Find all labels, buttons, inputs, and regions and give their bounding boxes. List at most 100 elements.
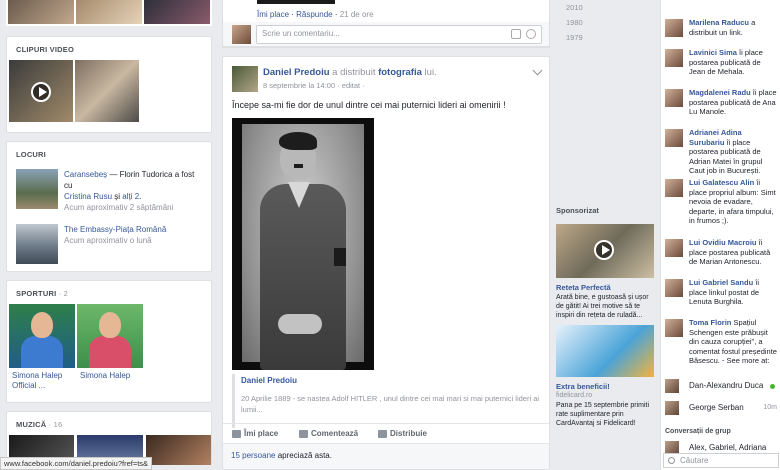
ticker-item[interactable]: Lavinici Sima îi place postarea publicat… — [661, 48, 780, 77]
ad-description: Arată bine, e gustoasă și ușor de gătit!… — [556, 294, 649, 319]
photo-thumb[interactable] — [144, 0, 210, 24]
author-avatar[interactable] — [232, 66, 258, 92]
comment-time[interactable]: 21 de ore — [340, 10, 374, 19]
photo-thumb[interactable] — [8, 0, 74, 24]
place-name[interactable]: The Embassy-Piața Română — [64, 225, 166, 234]
chat-contact[interactable]: George Serban 10m — [661, 400, 780, 416]
post-photo[interactable] — [232, 118, 374, 370]
chevron-down-icon[interactable] — [532, 65, 543, 76]
ticker-item[interactable]: Magdalenei Radu îi place postarea public… — [661, 88, 780, 117]
sport-page[interactable]: Simona Halep Official ... — [9, 304, 75, 394]
video-thumb[interactable] — [9, 60, 73, 122]
original-caption: 20 Aprilie 1889 - se nastea Adolf HITLER… — [241, 394, 540, 414]
author-name[interactable]: Daniel Predoiu — [263, 67, 330, 78]
ticker-item[interactable]: Adrianei Adina Surubariu îi place postar… — [661, 128, 780, 176]
others-link[interactable]: alți 2 — [122, 192, 139, 201]
ad-video[interactable] — [556, 224, 654, 278]
ticker-item[interactable]: Marilena Raducu a distribuit un link. — [661, 18, 780, 37]
chat-search-input[interactable]: Căutare — [663, 453, 779, 468]
music-count: · 16 — [48, 420, 63, 429]
avatar — [665, 89, 683, 107]
avatar — [665, 239, 683, 257]
photo-link[interactable]: fotografia — [378, 67, 422, 78]
sports-title[interactable]: Sporturi — [16, 289, 56, 298]
share-button[interactable]: Distribuie — [378, 429, 427, 438]
ticker-item[interactable]: Lui Ovidiu Macroiu îi place postarea pub… — [661, 238, 780, 267]
news-feed: Îmi place · Răspunde · 21 de ore Scrie u… — [222, 0, 550, 470]
avatar — [665, 19, 683, 37]
avatar — [665, 379, 679, 393]
speech-bubble-icon — [299, 429, 308, 438]
search-icon — [668, 457, 675, 464]
place-time: Acum aproximativ o lună — [64, 236, 152, 245]
videos-card: Clipuri video — [6, 36, 212, 133]
music-thumb[interactable] — [145, 435, 211, 465]
comment-input[interactable]: Scrie un comentariu... — [256, 25, 542, 44]
browser-status-url: www.facebook.com/daniel.predoiu?fref=ts& — [0, 457, 152, 470]
sport-thumb[interactable] — [77, 304, 143, 368]
places-card: Locuri Caransebeș — Florin Tudorica a fo… — [6, 141, 212, 272]
music-title[interactable]: Muzică — [16, 420, 46, 429]
tagged-friend[interactable]: Cristina Rusu — [64, 192, 112, 201]
year-link[interactable]: 1979 — [562, 30, 602, 45]
avatar — [665, 319, 683, 337]
year-link[interactable]: 1980 — [562, 15, 602, 30]
sport-page-name[interactable]: Simona Halep Official ... — [9, 368, 75, 394]
video-thumb[interactable] — [75, 60, 139, 122]
avatar[interactable] — [232, 25, 251, 44]
original-author[interactable]: Daniel Predoiu — [241, 376, 542, 385]
online-dot-icon — [770, 384, 775, 389]
avatar — [665, 279, 683, 297]
place-thumb[interactable] — [16, 224, 58, 264]
year-link[interactable]: 2010 — [562, 0, 602, 15]
ticker-item[interactable]: Lui Galatescu Alin îi place propriul alb… — [661, 178, 780, 226]
group-conversations-header: Conversații de grup — [665, 428, 731, 435]
ad-title[interactable]: Extra beneficii! — [556, 382, 656, 391]
place-name[interactable]: Caransebeș — [64, 170, 107, 179]
play-icon — [31, 82, 51, 102]
ad-title[interactable]: Reteta Perfectă — [556, 283, 656, 292]
photo-thumb[interactable] — [76, 0, 142, 24]
comment-button[interactable]: Comentează — [299, 429, 358, 438]
comment-composer: Scrie un comentariu... — [222, 22, 550, 47]
sports-count: · 2 — [58, 289, 69, 298]
videos-grid — [7, 60, 211, 132]
ticker-item[interactable]: Lui Gabriel Sandu îi place linkul postat… — [661, 278, 780, 307]
videos-title[interactable]: Clipuri video — [7, 37, 211, 60]
likes-count-link[interactable]: 15 persoane — [231, 451, 275, 460]
play-icon — [594, 240, 614, 260]
place-time: Acum aproximativ 2 săptămâni — [64, 203, 174, 212]
avatar — [665, 401, 679, 415]
original-post-quote: Daniel Predoiu 20 Aprilie 1889 - se nast… — [232, 374, 542, 428]
place-item[interactable]: Caransebeș — Florin Tudorica a fost cu C… — [7, 165, 211, 220]
place-thumb[interactable] — [16, 169, 58, 209]
timeline-years: 2010 1980 1979 — [562, 0, 602, 45]
avatar — [665, 49, 683, 67]
like-button[interactable]: Îmi place — [232, 429, 278, 438]
ticker-item[interactable]: Toma Florin Spațiul Schengen este prăbuș… — [661, 318, 780, 366]
sponsored-title[interactable]: Sponsorizat — [556, 206, 656, 215]
camera-icon[interactable] — [511, 29, 521, 39]
comment-like-link[interactable]: Îmi place — [257, 10, 289, 19]
ticker-sidebar: Marilena Raducu a distribuit un link. La… — [660, 0, 780, 470]
sport-page-name[interactable]: Simona Halep — [77, 368, 143, 384]
thumbs-up-icon — [232, 429, 241, 438]
post-date[interactable]: 8 septembrie la 14:00 · editat · — [263, 81, 365, 90]
share-arrow-icon — [378, 429, 387, 438]
emoji-icon[interactable] — [526, 29, 536, 39]
place-item[interactable]: The Embassy-Piața Română Acum aproximati… — [7, 220, 211, 271]
photos-strip — [6, 0, 212, 26]
places-title[interactable]: Locuri — [7, 142, 211, 165]
sponsored-column: Sponsorizat Reteta Perfectă Arată bine, … — [556, 206, 656, 428]
avatar — [665, 129, 683, 147]
chat-contact[interactable]: Dan-Alexandru Duca — [661, 378, 780, 394]
left-column: Clipuri video Locuri Caransebeș — Florin… — [6, 0, 212, 470]
ad-image[interactable] — [556, 325, 654, 377]
sports-card: Sporturi · 2 Simona Halep Official ... S… — [6, 280, 212, 403]
ad-url: fidelicard.ro — [556, 392, 593, 399]
sport-page[interactable]: Simona Halep — [77, 304, 143, 394]
comment-reply-link[interactable]: Răspunde — [296, 10, 332, 19]
ad-description: Pana pe 15 septembrie primiti rate supli… — [556, 402, 649, 427]
post-text: Începe sa-mi fie dor de unul dintre cei … — [232, 100, 506, 110]
sport-thumb[interactable] — [9, 304, 75, 368]
